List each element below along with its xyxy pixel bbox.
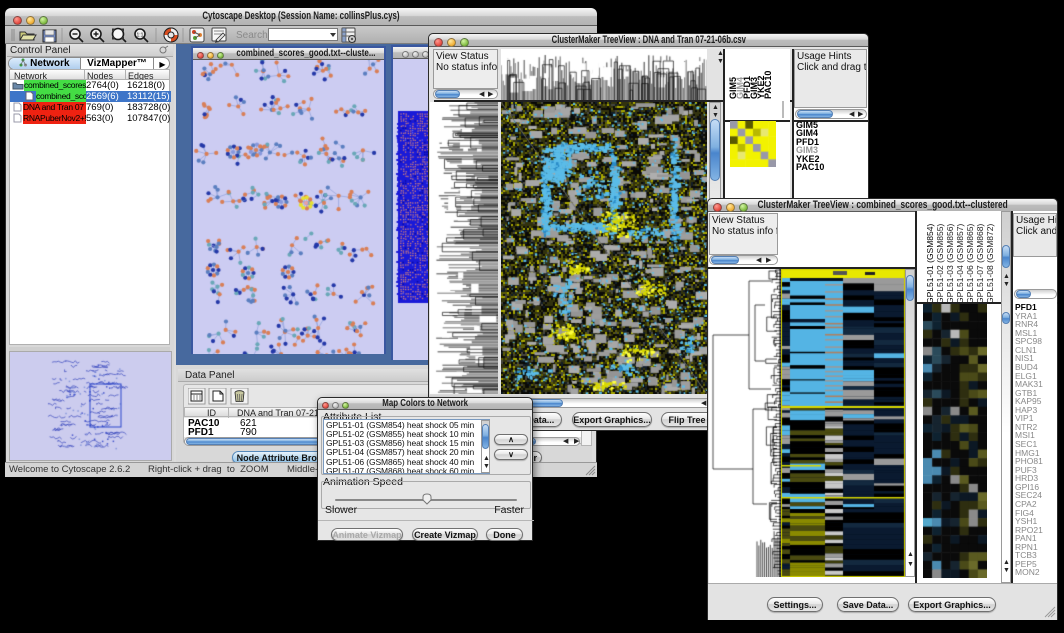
svg-text:1:1: 1:1 [137,33,144,39]
